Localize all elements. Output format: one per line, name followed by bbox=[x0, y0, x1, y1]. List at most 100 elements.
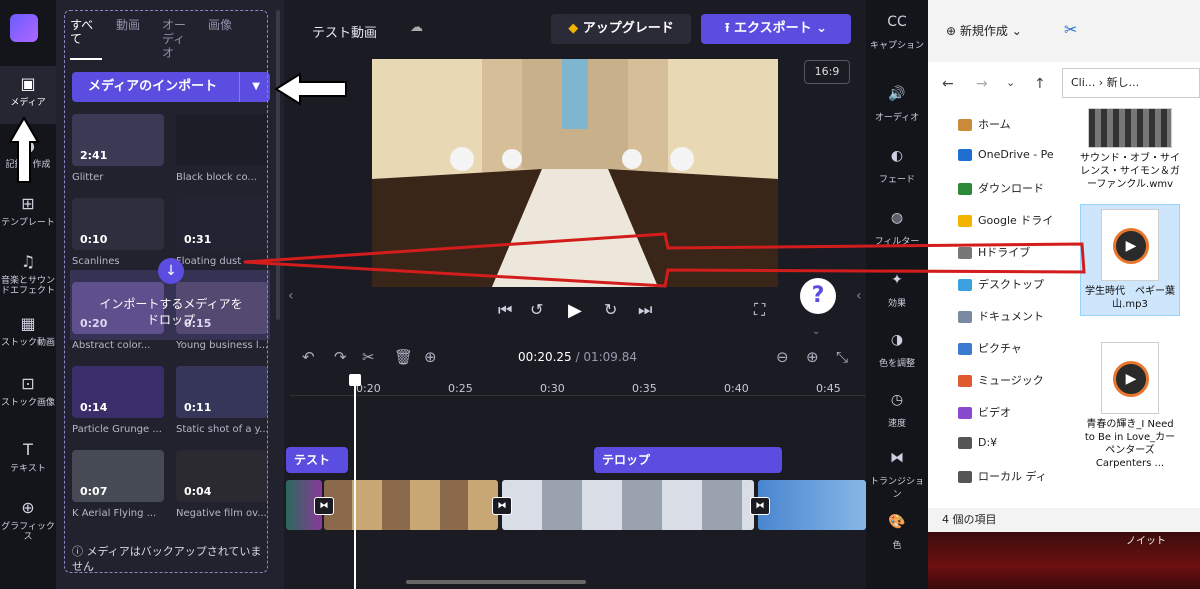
tree-item[interactable]: Google ドライ bbox=[958, 212, 1053, 228]
folder-icon bbox=[958, 183, 972, 195]
project-title[interactable]: テスト動画 bbox=[312, 22, 377, 41]
nav-item-label: テンプレート bbox=[1, 218, 55, 228]
total-time: / 01:09.84 bbox=[575, 350, 638, 364]
tree-item[interactable]: デスクトップ bbox=[958, 276, 1044, 292]
new-button[interactable]: ⊕ 新規作成 ⌄ bbox=[946, 22, 1022, 39]
upgrade-button[interactable]: ◆ アップグレード bbox=[551, 14, 691, 44]
tree-item[interactable]: Hドライブ bbox=[958, 244, 1030, 260]
help-button[interactable]: ? bbox=[800, 278, 836, 314]
video-clip-2[interactable] bbox=[324, 480, 498, 530]
info-icon: ⓘ bbox=[72, 545, 87, 558]
file-item[interactable]: ▶ 学生時代 ペギー葉山.mp3 bbox=[1080, 204, 1180, 316]
folder-icon bbox=[958, 343, 972, 355]
timeline-scrollbar[interactable] bbox=[406, 580, 586, 584]
chevron-down-icon[interactable]: ⌄ bbox=[812, 326, 820, 337]
tree-item-label: Hドライブ bbox=[978, 246, 1031, 259]
video-clip-4[interactable] bbox=[758, 480, 866, 530]
tree-item[interactable]: OneDrive - Pe bbox=[958, 148, 1054, 161]
new-label: 新規作成 bbox=[959, 24, 1008, 38]
speed-icon: ◷ bbox=[890, 392, 904, 408]
file-item[interactable]: ▶ 青春の輝き_I Need to Be in Love_カーペンターズ Carp… bbox=[1080, 338, 1180, 474]
prop-item-7[interactable]: ⧓ トランジション bbox=[866, 446, 928, 500]
file-name: 青春の輝き_I Need to Be in Love_カーペンターズ Carpe… bbox=[1084, 419, 1176, 469]
collapse-left-icon[interactable]: ‹ bbox=[288, 288, 294, 304]
preview-frame bbox=[372, 59, 778, 287]
prop-item-4[interactable]: ✦ 効果 bbox=[866, 268, 928, 309]
app-logo bbox=[10, 14, 38, 42]
up-icon[interactable]: ↑ bbox=[1034, 76, 1046, 92]
backup-text: メディアはバックアップされていません bbox=[72, 545, 262, 573]
address-bar[interactable]: Cli... › 新し... bbox=[1062, 68, 1200, 98]
panel-scrollbar[interactable] bbox=[276, 10, 280, 320]
prop-item-6[interactable]: ◷ 速度 bbox=[866, 388, 928, 429]
prop-item-label: キャプション bbox=[869, 41, 924, 51]
forward-5-icon[interactable]: ↻ bbox=[604, 300, 617, 319]
prop-item-5[interactable]: ◑ 色を調整 bbox=[866, 328, 928, 369]
tree-item-label: ダウンロード bbox=[978, 182, 1044, 195]
nav-item-0[interactable]: ▣ メディア bbox=[0, 66, 56, 124]
chevron-down-icon[interactable]: ⌄ bbox=[1006, 76, 1015, 89]
export-button[interactable]: ⭱ エクスポート ⌄ bbox=[701, 14, 851, 44]
nav-item-7[interactable]: ⊕ グラフィックス bbox=[0, 490, 56, 548]
tree-item[interactable]: ホーム bbox=[958, 116, 1011, 132]
template-icon: ⊞ bbox=[21, 194, 35, 213]
prop-item-8[interactable]: 🎨 色 bbox=[866, 510, 928, 551]
prop-item-1[interactable]: 🔊 オーディオ bbox=[866, 82, 928, 123]
video-preview[interactable] bbox=[372, 59, 778, 287]
nav-item-3[interactable]: ♫ 音楽とサウンドエフェクト bbox=[0, 244, 56, 302]
tree-item[interactable]: ピクチャ bbox=[958, 340, 1022, 356]
transition-icon[interactable]: ⧓ bbox=[492, 497, 512, 515]
zoom-in-icon[interactable]: ⊕ bbox=[806, 348, 819, 366]
play-icon[interactable]: ▶ bbox=[568, 300, 582, 321]
nav-item-label: ストック画像 bbox=[0, 398, 55, 408]
nav-item-2[interactable]: ⊞ テンプレート bbox=[0, 186, 56, 244]
redo-icon[interactable]: ↷ bbox=[334, 348, 347, 366]
timecode: 00:20.25 / 01:09.84 bbox=[518, 350, 637, 364]
tree-item[interactable]: ミュージック bbox=[958, 372, 1044, 388]
tree-item[interactable]: ビデオ bbox=[958, 404, 1011, 420]
prop-item-label: 色 bbox=[892, 541, 902, 551]
status-bar: 4 個の項目 bbox=[928, 508, 1200, 532]
split-icon[interactable]: ✂ bbox=[362, 348, 375, 366]
nav-item-6[interactable]: T テキスト bbox=[0, 432, 56, 490]
collapse-right-icon[interactable]: ‹ bbox=[856, 288, 862, 304]
nav-item-4[interactable]: ▦ ストック動画 bbox=[0, 306, 56, 364]
skip-end-icon[interactable]: ⏭ bbox=[638, 300, 652, 320]
forward-icon[interactable]: → bbox=[976, 76, 988, 92]
prop-item-3[interactable]: ◍ フィルター bbox=[866, 206, 928, 247]
folder-icon bbox=[958, 215, 972, 227]
tree-item[interactable]: ドキュメント bbox=[958, 308, 1044, 324]
playhead-handle[interactable] bbox=[349, 374, 361, 386]
tree-item[interactable]: D:¥ bbox=[958, 436, 997, 449]
prop-item-label: トランジション bbox=[869, 477, 924, 500]
transition-icon[interactable]: ⧓ bbox=[314, 497, 334, 515]
delete-icon[interactable]: 🗑 bbox=[394, 348, 413, 366]
rewind-5-icon[interactable]: ↺ bbox=[530, 300, 543, 319]
drop-zone-border bbox=[64, 10, 268, 573]
aspect-ratio-button[interactable]: 16:9 bbox=[804, 60, 850, 84]
video-clip-3[interactable] bbox=[502, 480, 754, 530]
audio-icon: 🔊 bbox=[888, 86, 906, 102]
tree-item[interactable]: ローカル ディ bbox=[958, 468, 1047, 484]
prop-item-2[interactable]: ◐ フェード bbox=[866, 144, 928, 185]
add-icon[interactable]: ⊕ bbox=[424, 348, 437, 366]
nav-item-1[interactable]: ● 記録と作成 bbox=[0, 128, 56, 186]
cloud-off-icon[interactable]: ☁ bbox=[410, 20, 423, 35]
transition-icon[interactable]: ⧓ bbox=[750, 497, 770, 515]
playhead[interactable] bbox=[354, 378, 356, 589]
tree-item-label: デスクトップ bbox=[978, 278, 1044, 291]
fullscreen-icon[interactable]: ⛶ bbox=[754, 300, 765, 320]
nav-item-5[interactable]: ⊡ ストック画像 bbox=[0, 366, 56, 424]
skip-start-icon[interactable]: ⏮ bbox=[498, 300, 512, 320]
text-clip-test[interactable]: テスト bbox=[286, 447, 348, 473]
back-icon[interactable]: ← bbox=[942, 76, 954, 92]
text-clip-telop[interactable]: テロップ bbox=[594, 447, 782, 473]
zoom-out-icon[interactable]: ⊖ bbox=[776, 348, 789, 366]
prop-item-0[interactable]: CC キャプション bbox=[866, 10, 928, 51]
tree-item-label: ローカル ディ bbox=[978, 470, 1047, 483]
file-item[interactable]: サウンド・オブ・サイレンス・サイモン＆ガーファンクル.wmv bbox=[1080, 104, 1180, 195]
fit-timeline-icon[interactable]: ⤡ bbox=[836, 348, 848, 366]
cut-icon[interactable]: ✂ bbox=[1064, 20, 1077, 39]
tree-item[interactable]: ダウンロード bbox=[958, 180, 1044, 196]
undo-icon[interactable]: ↶ bbox=[302, 348, 315, 366]
